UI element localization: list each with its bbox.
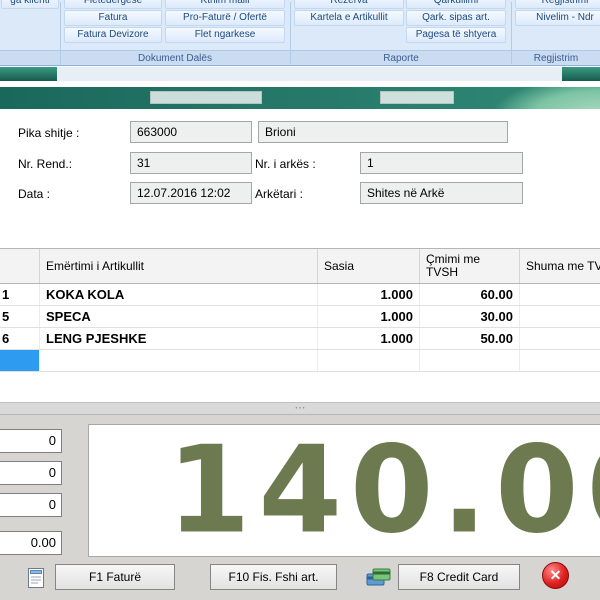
arketari-label: Arkëtari : [255, 187, 303, 201]
table-row[interactable]: 6 LENG PJESHKE 1.000 50.00 50.00 [0, 328, 600, 350]
grand-total-display: 140.00 [88, 424, 600, 557]
section-header-band [0, 87, 600, 109]
arketari-field[interactable]: Shites në Arkë [360, 182, 523, 204]
row-sum: 60.00 [520, 284, 600, 305]
row-name: SPECA [40, 306, 318, 327]
f1-fature-button[interactable]: F1 Faturë [55, 564, 175, 590]
ribbon-group-label-dokument-dales: Dokument Dalës [61, 52, 289, 65]
ribbon-group-regjistrim: Regjistrimi Nivelim - Ndr Regjistrim [512, 0, 600, 66]
band-field-1 [150, 91, 262, 104]
ribbon-button-rezerva[interactable]: Rezerva [294, 0, 404, 9]
articles-table: Emërtimi i Artikullit Sasia Çmimi me TVS… [0, 248, 600, 372]
ribbon-button-fatura-devizore[interactable]: Fatura Devizore [64, 27, 162, 43]
close-icon[interactable]: ✕ [542, 562, 569, 589]
grand-total-value: 140.00 [167, 424, 600, 557]
green-segment-right [562, 67, 600, 81]
ribbon-button-fatura[interactable]: Fatura [64, 10, 162, 26]
row-name: KOKA KOLA [40, 284, 318, 305]
row-qty: 1.000 [318, 284, 420, 305]
nr-arkes-field[interactable]: 1 [360, 152, 523, 174]
band-field-2 [380, 91, 454, 104]
nr-rend-label: Nr. Rend.: [18, 157, 72, 171]
row-sum: 50.00 [520, 328, 600, 349]
app-window: ga klienti Fletëdërgese Fatura Fatura De… [0, 0, 600, 600]
ribbon-button-pro-fature-oferte[interactable]: Pro-Faturë / Ofertë [165, 10, 285, 26]
total-field-1[interactable]: 0 [0, 429, 62, 453]
table-row-new-selected[interactable] [0, 350, 600, 372]
row-code: 5 [0, 306, 40, 327]
ribbon-button-klienti[interactable]: ga klienti [1, 0, 59, 9]
ribbon-group-label-raporte: Raporte [291, 52, 511, 65]
ribbon-button-flet-ngarkese[interactable]: Flet ngarkese [165, 27, 285, 43]
totals-panel: 0 0 0 0.00 140.00 F1 Faturë F10 Fis. Fsh… [0, 415, 600, 600]
nr-arkes-label: Nr. i arkës : [255, 157, 316, 171]
row-price: 60.00 [420, 284, 520, 305]
pika-shitje-name-field[interactable]: Brioni [258, 121, 508, 143]
row-price: 30.00 [420, 306, 520, 327]
header-shuma[interactable]: Shuma me TVSH [520, 249, 600, 283]
ribbon-button-qark-sipas-art[interactable]: Qark. sipas art. [406, 10, 506, 26]
row-code: 1 [0, 284, 40, 305]
green-segment-left [0, 67, 57, 81]
data-field[interactable]: 12.07.2016 12:02 [130, 182, 252, 204]
ribbon-button-kthim-malli[interactable]: Kthim malli [165, 0, 285, 9]
row-code: 6 [0, 328, 40, 349]
pika-shitje-label: Pika shitje : [18, 126, 79, 140]
ribbon-button-pagesa-te-shtyera[interactable]: Pagesa të shtyera [406, 27, 506, 43]
row-qty [318, 350, 420, 371]
ribbon-button-kartela-artikullit[interactable]: Kartela e Artikullit [294, 10, 404, 26]
ribbon-toolbar: ga klienti Fletëdërgese Fatura Fatura De… [0, 0, 600, 66]
ribbon-group-dokument-dales: Fletëdërgese Fatura Fatura Devizore Kthi… [61, 0, 289, 66]
data-label: Data : [18, 187, 50, 201]
invoice-icon[interactable] [26, 567, 52, 589]
row-name: LENG PJESHKE [40, 328, 318, 349]
ribbon-button-fletedergese[interactable]: Fletëdërgese [64, 0, 162, 9]
decorative-wave [440, 87, 600, 109]
ribbon-button-nivelim[interactable]: Nivelim - Ndr [515, 10, 600, 26]
ribbon-group-label-regjistrim: Regjistrim [512, 52, 600, 65]
row-name [40, 350, 318, 371]
credit-card-icon[interactable] [366, 567, 392, 589]
row-qty: 1.000 [318, 328, 420, 349]
row-sum: 30.00 [520, 306, 600, 327]
nr-rend-field[interactable]: 31 [130, 152, 252, 174]
total-field-4[interactable]: 0.00 [0, 531, 62, 555]
row-price: 50.00 [420, 328, 520, 349]
table-row[interactable]: 1 KOKA KOLA 1.000 60.00 60.00 [0, 284, 600, 306]
status-subbar [0, 67, 600, 81]
table-header-row: Emërtimi i Artikullit Sasia Çmimi me TVS… [0, 248, 600, 284]
row-price [420, 350, 520, 371]
header-cmimi[interactable]: Çmimi me TVSH [420, 249, 520, 283]
f8-credit-card-button[interactable]: F8 Credit Card [398, 564, 520, 590]
table-row[interactable]: 5 SPECA 1.000 30.00 30.00 [0, 306, 600, 328]
header-emertimi[interactable]: Emërtimi i Artikullit [40, 249, 318, 283]
ribbon-button-regjistrimi[interactable]: Regjistrimi [515, 0, 600, 9]
f10-fshi-art-button[interactable]: F10 Fis. Fshi art. [210, 564, 337, 590]
pika-shitje-code-field[interactable]: 663000 [130, 121, 252, 143]
row-sum [520, 350, 600, 371]
row-qty: 1.000 [318, 306, 420, 327]
total-field-3[interactable]: 0 [0, 493, 62, 517]
total-field-2[interactable]: 0 [0, 461, 62, 485]
ribbon-group-left-cropped: ga klienti [0, 0, 60, 66]
header-sasia[interactable]: Sasia [318, 249, 420, 283]
ribbon-group-raporte: Rezerva Kartela e Artikullit Qarkullimi … [291, 0, 511, 66]
ribbon-button-qarkullimi[interactable]: Qarkullimi [406, 0, 506, 9]
header-row-selector [0, 249, 40, 283]
splitter-handle[interactable]: ⋯ [0, 402, 600, 414]
horizontal-splitter[interactable]: ⋯ [0, 402, 600, 415]
selected-row-marker [0, 350, 40, 371]
